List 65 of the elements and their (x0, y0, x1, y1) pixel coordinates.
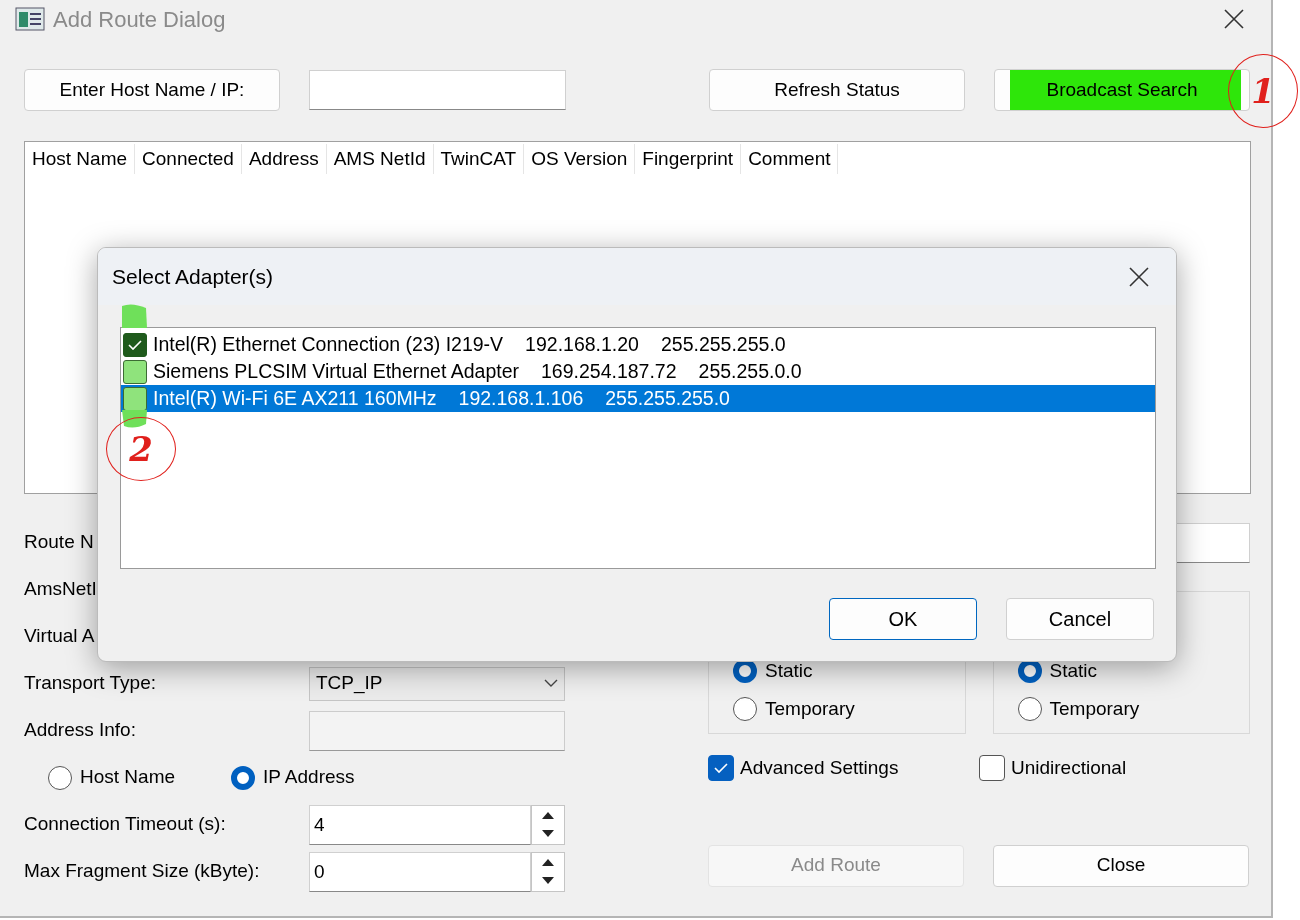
adapter-name: Intel(R) Wi-Fi 6E AX211 160MHz (153, 385, 437, 411)
field-label: Transport Type: (24, 671, 157, 696)
transport-dropdown[interactable]: TCP_IP (309, 666, 565, 701)
radio-label: Static (1049, 658, 1098, 683)
checkbox[interactable] (708, 755, 734, 782)
checkbox-label: Advanced Settings (740, 756, 899, 780)
ip-address: 169.254.187.72 (541, 358, 677, 384)
window-title: Add Route Dialog (53, 5, 226, 34)
subnet-mask: 255.255.255.0 (660, 331, 786, 357)
field-label: Connection Timeout (s): (24, 812, 227, 837)
checkbox[interactable] (123, 332, 147, 357)
host-input-field[interactable] (309, 70, 566, 110)
adapter-row[interactable]: Siemens PLCSIM Virtual Ethernet Adapter 169.254.187.72 255.255.0.0 (121, 358, 1155, 385)
field-label: Virtual A (24, 624, 96, 649)
radio-label: IP Address (263, 765, 355, 790)
column-header[interactable]: Fingerprint (635, 144, 742, 174)
checkbox[interactable] (123, 386, 147, 411)
checkbox[interactable] (979, 755, 1005, 782)
adapter-name: Siemens PLCSIM Virtual Ethernet Adapter (153, 358, 519, 384)
column-header[interactable]: OS Version (524, 144, 636, 174)
refresh-status-button[interactable]: Refresh Status (709, 69, 965, 111)
ip-address: 192.168.1.106 (458, 385, 584, 411)
field-label: Address Info: (24, 718, 137, 743)
column-header[interactable]: TwinCAT (433, 144, 525, 174)
radio-label: Host Name (80, 765, 176, 790)
radio-button[interactable] (733, 697, 757, 721)
subnet-mask: 255.255.0.0 (698, 358, 802, 384)
spin-buttons[interactable] (531, 851, 565, 892)
checkbox-label: Unidirectional (1011, 756, 1127, 780)
column-header[interactable]: AMS NetId (326, 144, 434, 174)
app-icon (15, 7, 45, 31)
radio-label: Static (765, 658, 813, 683)
column-header[interactable]: Host Name (25, 144, 136, 174)
column-header[interactable]: Connected (135, 144, 242, 174)
radio-button[interactable] (48, 765, 72, 790)
checkbox[interactable] (123, 359, 147, 384)
ok-button[interactable]: OK (829, 598, 977, 640)
field-label: Route N (24, 530, 95, 555)
dropdown-value: TCP_IP (316, 671, 383, 696)
field-label: Max Fragment Size (kByte): (24, 859, 261, 884)
spin-buttons[interactable] (531, 804, 565, 845)
close-dialog-button[interactable]: Close (993, 844, 1249, 887)
column-header[interactable]: Comment (741, 144, 839, 174)
adapter-row[interactable]: Intel(R) Ethernet Connection (23) I219-V 192.168.1.20 255.255.255.0 (121, 331, 1155, 358)
radio-label: Temporary (1049, 696, 1140, 721)
chevron-down-icon (544, 679, 558, 688)
host-name-button[interactable]: Enter Host Name / IP: (24, 69, 280, 111)
adapter-name: Intel(R) Ethernet Connection (23) I219-V (153, 331, 504, 357)
column-header[interactable]: Address (241, 144, 327, 174)
broadcast-search-button[interactable]: Broadcast Search (994, 69, 1250, 111)
down-arrow-icon (542, 877, 554, 885)
adapter-row[interactable]: Intel(R) Wi-Fi 6E AX211 160MHz 192.168.1.106 255.255.255.0 (121, 385, 1155, 412)
radio-button[interactable] (231, 765, 256, 790)
subnet-mask: 255.255.255.0 (605, 385, 730, 411)
radio-label: Temporary (765, 696, 855, 721)
field-label: AmsNetI (24, 577, 98, 602)
cancel-button[interactable]: Cancel (1006, 598, 1154, 640)
number-field[interactable]: 0 (309, 851, 531, 892)
up-arrow-icon (542, 811, 554, 819)
down-arrow-icon (542, 830, 554, 838)
radio-button[interactable] (1017, 697, 1042, 721)
up-arrow-icon (542, 858, 554, 866)
ip-address: 192.168.1.20 (525, 331, 639, 357)
number-field[interactable]: 4 (309, 804, 531, 845)
dialog-title: Select Adapter(s) (112, 263, 274, 290)
